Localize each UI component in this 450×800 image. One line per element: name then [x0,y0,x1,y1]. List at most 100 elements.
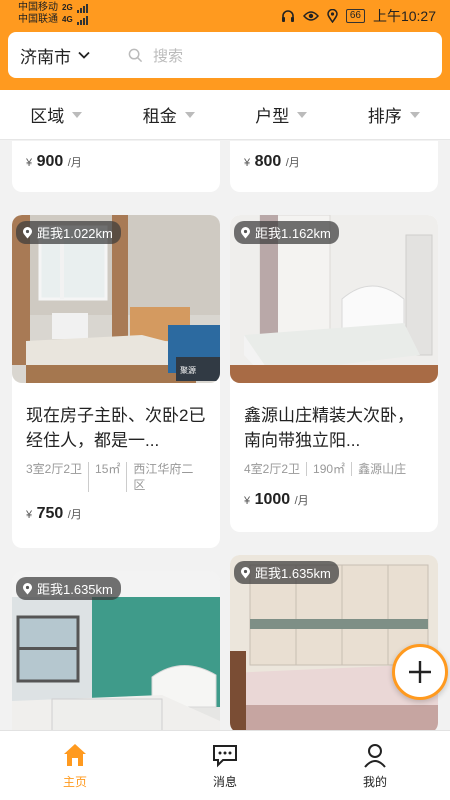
filter-bar: 区域 租金 户型 排序 [0,90,450,140]
divider [351,462,353,476]
bottom-tab-bar: 主页 消息 我的 [0,730,450,800]
listing-card[interactable]: 距我1.162km 鑫源山庄精装大次卧，南向带独立阳... 4室2厅2卫 190… [230,215,438,532]
listing-title: 现在房子主卧、次卧2已经住人，都是一... [26,406,206,450]
tab-label: 消息 [212,775,237,789]
currency-symbol: ¥ [244,157,251,169]
filter-label: 排序 [367,107,402,126]
listing-price: ¥ 1000 /月 [230,491,438,509]
price-unit: /月 [285,157,300,169]
filter-rent[interactable]: 租金 [113,90,226,139]
filter-label: 区域 [30,107,65,126]
tab-messages[interactable]: 消息 [150,731,300,800]
home-icon [64,744,86,766]
divider [126,462,128,492]
search-icon [128,48,143,62]
listing-card[interactable]: ¥ 900 /月 [12,141,220,192]
message-icon [213,745,237,768]
location-pin-icon [241,566,250,578]
distance-badge: 距我1.162km [234,221,339,244]
filter-label: 租金 [142,107,177,126]
triangle-down-icon [72,111,83,118]
layout-label: 4室2厅2卫 [244,462,301,476]
tab-profile[interactable]: 我的 [300,731,450,800]
listing-card[interactable]: 距我1.635km [230,555,438,730]
tab-label: 主页 [62,775,87,789]
distance-label: 距我1.635km [255,566,331,581]
listing-grid: ¥ 900 /月 ¥ 800 /月 聚源 距我1.022km 现在房子主卧、次卧… [0,141,450,730]
listing-price: ¥ 750 /月 [12,505,220,523]
battery-icon: 66 [345,9,365,23]
filter-area[interactable]: 区域 [0,90,113,139]
filter-sort[interactable]: 排序 [338,90,450,139]
listing-card[interactable]: 距我1.635km [12,571,220,730]
carrier-2: 中国联通 [18,14,58,25]
layout-label: 3室2厅2卫 [26,462,83,476]
price-value: 1000 [254,491,291,508]
distance-badge: 距我1.635km [234,561,339,584]
triangle-down-icon [409,111,420,118]
triangle-down-icon [297,111,308,118]
listing-photo: 距我1.635km [230,555,438,730]
listing-photo: 距我1.635km [12,571,220,730]
listing-price: ¥ 800 /月 [244,153,300,171]
price-unit: /月 [294,495,309,507]
status-bar: 中国移动 2G 中国联通 4G 66 上午10:27 [0,0,450,30]
listing-meta: 3室2厅2卫 15㎡ 西江华府二区 [12,461,220,493]
svg-text:聚源: 聚源 [180,366,196,375]
network-type-2: 4G [62,15,73,24]
area-label: 15㎡ [95,462,121,476]
price-value: 800 [254,153,282,170]
status-right: 66 上午10:27 [281,6,436,26]
network-type-1: 2G [62,3,73,12]
city-label: 济南市 [20,47,71,67]
headphone-icon [281,10,294,22]
divider [88,462,90,492]
search-placeholder: 搜索 [153,47,184,65]
location-pin-icon [241,226,250,238]
city-selector[interactable]: 济南市 [8,43,118,68]
plus-icon [409,661,431,683]
price-value: 750 [36,505,64,522]
listing-title: 鑫源山庄精装大次卧，南向带独立阳... [244,406,414,450]
divider [306,462,308,476]
search-input[interactable]: 搜索 [118,45,183,66]
triangle-down-icon [184,111,195,118]
price-value: 900 [36,153,64,170]
carrier-info: 中国移动 2G 中国联通 4G [18,2,88,26]
profile-icon [364,744,386,768]
distance-badge: 距我1.022km [16,221,121,244]
distance-label: 距我1.022km [37,226,113,241]
carrier-1: 中国移动 [18,2,58,13]
location-pin-icon [23,226,32,238]
price-unit: /月 [67,509,82,521]
listing-card[interactable]: 聚源 距我1.022km 现在房子主卧、次卧2已经住人，都是一... 3室2厅2… [12,215,220,548]
chevron-down-icon [78,51,90,59]
community-label: 鑫源山庄 [358,462,407,476]
filter-label: 户型 [255,107,290,126]
distance-label: 距我1.162km [255,226,331,241]
eye-icon [302,11,319,21]
add-listing-button[interactable] [392,644,448,700]
community-label: 西江华府二区 [133,462,194,492]
filter-layout[interactable]: 户型 [225,90,338,139]
distance-label: 距我1.635km [37,582,113,597]
location-pin-icon [23,582,32,594]
price-unit: /月 [67,157,82,169]
currency-symbol: ¥ [244,495,251,507]
listing-price: ¥ 900 /月 [26,153,82,171]
signal-icon [76,3,88,13]
currency-symbol: ¥ [26,157,33,169]
listing-photo: 聚源 距我1.022km [12,215,220,383]
tab-home[interactable]: 主页 [0,731,150,800]
currency-symbol: ¥ [26,509,33,521]
distance-badge: 距我1.635km [16,577,121,600]
listing-photo: 距我1.162km [230,215,438,383]
location-icon [327,9,338,23]
signal-icon [76,15,88,25]
listing-meta: 4室2厅2卫 190㎡ 鑫源山庄 [230,461,438,477]
listing-card[interactable]: ¥ 800 /月 [230,141,438,192]
search-bar: 济南市 搜索 [8,32,442,78]
area-label: 190㎡ [313,462,346,476]
tab-label: 我的 [362,775,387,789]
header: 中国移动 2G 中国联通 4G 66 上午10:27 济南市 搜索 [0,0,450,90]
